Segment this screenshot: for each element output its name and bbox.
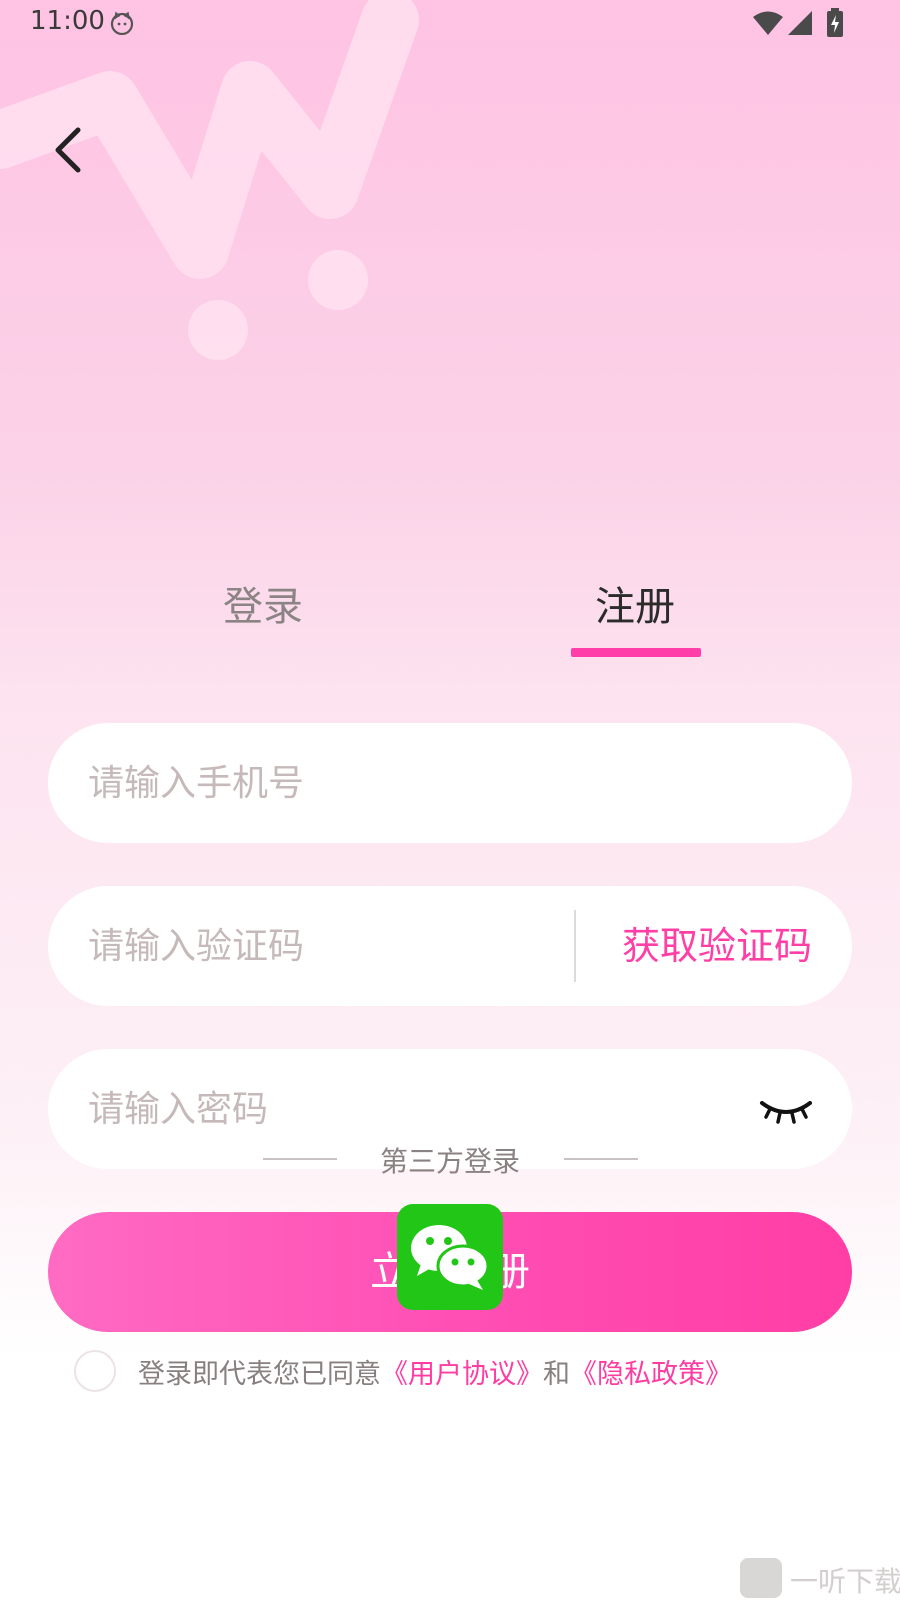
watermark-logo (740, 1558, 782, 1598)
verification-code-input[interactable] (88, 886, 548, 1006)
privacy-policy-link[interactable]: 《隐私政策》 (570, 1359, 732, 1390)
watermark-text: 一听下载 (790, 1565, 900, 1598)
background-decoration (0, 0, 419, 360)
wechat-login-button[interactable] (397, 1204, 503, 1310)
divider-line-right (564, 1158, 638, 1160)
notification-cat-icon (110, 11, 134, 35)
signal-icon (788, 11, 812, 35)
agreement-text: 登录即代表您已同意《用户协议》和《隐私政策》 (138, 1352, 732, 1391)
battery-charging-icon (827, 8, 843, 37)
phone-input[interactable] (88, 723, 808, 843)
tab-active-indicator (571, 648, 701, 657)
status-bar: 11:00 (0, 0, 900, 48)
back-button[interactable] (44, 118, 94, 178)
code-divider (574, 910, 576, 982)
agreement-and: 和 (543, 1359, 570, 1390)
status-time: 11:00 (30, 6, 105, 36)
agreement-checkbox[interactable] (74, 1350, 116, 1392)
phone-field-container (48, 723, 852, 843)
get-code-button[interactable]: 获取验证码 (622, 886, 812, 1006)
tab-login[interactable]: 登录 (163, 574, 363, 632)
divider-line-left (263, 1158, 337, 1160)
code-field-container: 获取验证码 (48, 886, 852, 1006)
user-agreement-link[interactable]: 《用户协议》 (381, 1359, 543, 1390)
wechat-icon (411, 1225, 490, 1290)
chevron-left-icon (55, 127, 81, 173)
wifi-icon (753, 11, 783, 35)
agreement-prefix: 登录即代表您已同意 (138, 1359, 381, 1390)
eye-closed-icon[interactable] (758, 1095, 814, 1125)
third-party-login-label: 第三方登录 (379, 1145, 520, 1178)
tab-register[interactable]: 注册 (535, 574, 735, 632)
